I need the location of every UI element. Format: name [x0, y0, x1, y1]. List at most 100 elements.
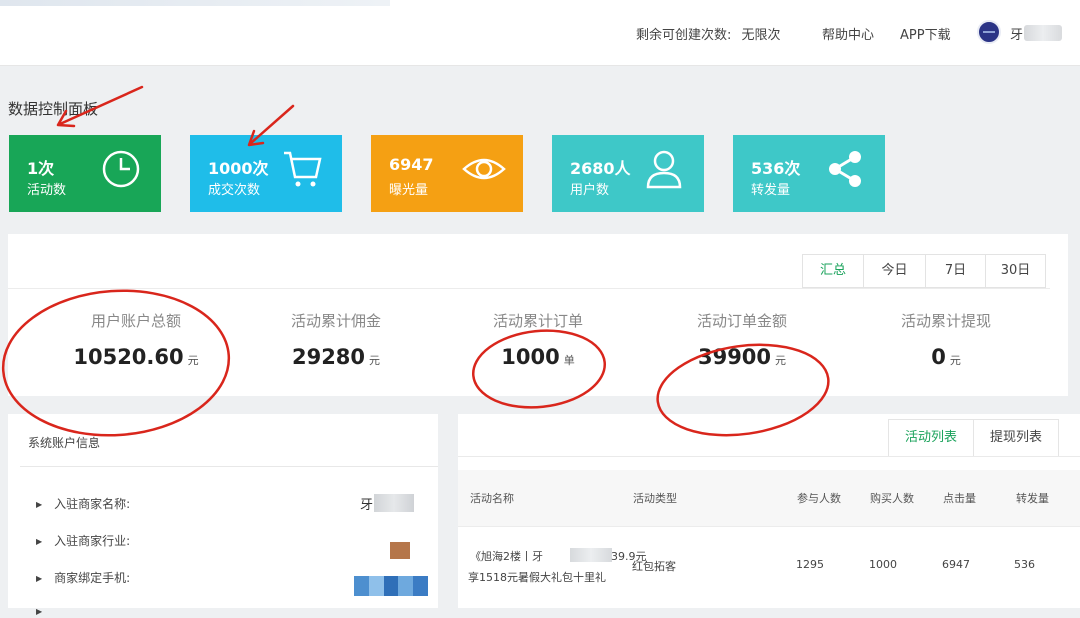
avatar[interactable]	[977, 20, 1001, 44]
column-header-name: 活动名称	[470, 492, 514, 505]
row-label: 商家绑定手机:	[54, 571, 131, 585]
stat-value: 39900	[697, 345, 772, 369]
account-row-industry: ▶ 入驻商家行业:	[36, 532, 130, 549]
card-value: 1000次	[208, 159, 269, 178]
divider	[20, 466, 438, 467]
buyers-count: 1000	[869, 558, 897, 571]
stat-unit: 元	[949, 354, 961, 367]
participants-count: 1295	[796, 558, 824, 571]
stat-label: 活动累计佣金	[290, 312, 381, 330]
stat-card-activities[interactable]: 1次 活动数	[9, 135, 161, 212]
summary-stat-account-total: 用户账户总额 10520.60 元	[36, 310, 236, 369]
card-value: 2680人	[570, 159, 631, 178]
account-row-partial: ▶	[36, 604, 54, 618]
share-icon	[829, 151, 861, 187]
card-label: 曝光量	[389, 183, 429, 198]
summary-stat-orders: 活动累计订单 1000 单	[438, 310, 638, 369]
card-value: 536次	[751, 159, 801, 178]
summary-stat-commission: 活动累计佣金 29280 元	[236, 310, 436, 369]
tab-today[interactable]: 今日	[863, 255, 925, 287]
card-label: 转发量	[751, 183, 791, 198]
account-row-merchant-name: ▶ 入驻商家名称:	[36, 495, 130, 512]
cart-icon	[284, 151, 322, 187]
stat-value-row: 1000 单	[438, 345, 638, 369]
tab-withdrawal-list[interactable]: 提现列表	[973, 420, 1059, 456]
username[interactable]: 牙	[1010, 24, 1023, 43]
app-download-link[interactable]: APP下载	[900, 24, 951, 43]
blurred-header-strip	[0, 0, 390, 6]
tab-7days[interactable]: 7日	[925, 255, 985, 287]
stat-card-shares[interactable]: 536次 转发量	[733, 135, 885, 212]
stat-card-exposure[interactable]: 6947 曝光量	[371, 135, 523, 212]
card-value: 1次	[27, 159, 55, 178]
tab-30days[interactable]: 30日	[985, 255, 1045, 287]
stat-value-row: 29280 元	[236, 345, 436, 369]
page-title: 数据控制面板	[8, 100, 99, 118]
activity-name-blur-mask	[570, 548, 612, 562]
summary-stat-withdrawals: 活动累计提现 0元	[846, 310, 1046, 369]
caret-right-icon: ▶	[36, 537, 43, 546]
column-header-clicks: 点击量	[943, 492, 976, 505]
card-label: 成交次数	[208, 183, 261, 198]
divider	[8, 288, 1050, 289]
tab-activity-list[interactable]: 活动列表	[889, 420, 974, 456]
stat-value: 10520.60	[73, 345, 184, 369]
stat-card-transactions[interactable]: 1000次 成交次数	[190, 135, 342, 212]
tab-summary[interactable]: 汇总	[803, 255, 863, 287]
help-center-link[interactable]: 帮助中心	[822, 24, 874, 43]
stat-label: 活动累计提现	[900, 312, 991, 330]
list-tabs: 活动列表 提现列表	[888, 419, 1060, 457]
activity-list-panel: 活动列表 提现列表 活动名称 活动类型 参与人数 购买人数 点击量 转发量 《旭…	[458, 414, 1080, 608]
card-value: 6947	[389, 155, 434, 174]
phone-value-mask	[354, 576, 428, 596]
caret-right-icon: ▶	[36, 574, 43, 583]
column-header-buyers: 购买人数	[870, 492, 914, 505]
quota-value: 无限次	[741, 28, 781, 43]
stat-unit: 元	[187, 354, 199, 367]
stat-card-users[interactable]: 2680人 用户数	[552, 135, 704, 212]
divider	[458, 526, 1080, 527]
stat-unit: 元	[369, 354, 381, 367]
row-label: 入驻商家名称:	[54, 497, 131, 511]
caret-right-icon: ▶	[36, 607, 43, 616]
activity-type: 红包拓客	[632, 560, 676, 573]
account-info-panel: 系统账户信息 ▶ 入驻商家名称: ▶ 入驻商家行业: ▶ 商家绑定手机: ▶ 牙	[8, 414, 438, 616]
eye-icon	[462, 158, 506, 180]
activity-name-line1[interactable]: 《旭海2楼丨牙	[470, 548, 543, 564]
shares-count: 536	[1014, 558, 1035, 571]
column-header-type: 活动类型	[633, 492, 677, 505]
quota-indicator: 剩余可创建次数: 无限次	[636, 24, 781, 43]
caret-right-icon: ▶	[36, 500, 43, 509]
stat-unit: 元	[775, 354, 787, 367]
stat-value: 0	[931, 345, 946, 369]
username-blur-mask	[1024, 25, 1062, 41]
stat-label: 用户账户总额	[90, 312, 181, 330]
account-row-phone: ▶ 商家绑定手机:	[36, 569, 130, 586]
table-header	[458, 470, 1080, 526]
clicks-count: 6947	[942, 558, 970, 571]
stat-label: 活动订单金额	[696, 312, 787, 330]
stat-label: 活动累计订单	[492, 312, 583, 330]
quota-label: 剩余可创建次数:	[636, 28, 732, 43]
summary-stat-order-amount: 活动订单金额 39900 元	[642, 310, 842, 369]
divider	[458, 456, 1080, 457]
stat-value: 29280	[291, 345, 366, 369]
merchant-name-value: 牙	[360, 498, 374, 513]
column-header-shares: 转发量	[1016, 492, 1049, 505]
top-bar: 剩余可创建次数: 无限次 帮助中心 APP下载 牙	[0, 0, 1080, 66]
stat-value: 1000	[501, 345, 560, 369]
period-tabs: 汇总 今日 7日 30日	[802, 254, 1046, 288]
stat-value-row: 0元	[846, 345, 1046, 369]
stat-value-row: 10520.60 元	[36, 345, 236, 369]
summary-panel: 汇总 今日 7日 30日 用户账户总额 10520.60 元 活动累计佣金 292…	[8, 234, 1068, 396]
industry-value-mask	[390, 542, 410, 559]
card-label: 用户数	[570, 183, 610, 198]
user-icon	[646, 150, 682, 189]
merchant-name-blur-mask	[374, 494, 414, 512]
card-label: 活动数	[27, 183, 67, 198]
row-label: 入驻商家行业:	[54, 534, 131, 548]
activity-name-line2[interactable]: 享1518元暑假大礼包十里礼	[468, 569, 606, 585]
stat-value-row: 39900 元	[642, 345, 842, 369]
panel-title: 系统账户信息	[28, 436, 101, 450]
stat-unit: 单	[563, 354, 575, 367]
